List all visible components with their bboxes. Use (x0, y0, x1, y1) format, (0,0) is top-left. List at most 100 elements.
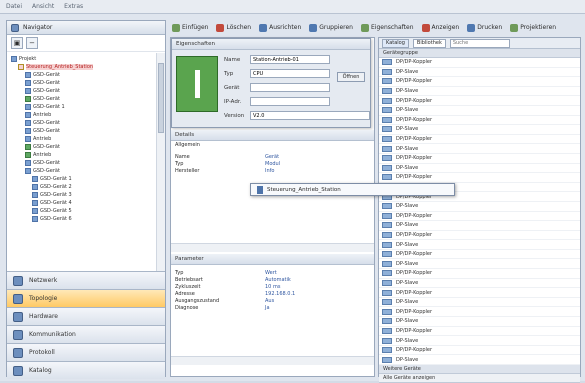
tree-item[interactable]: Projekt (7, 55, 157, 63)
tree-item[interactable]: GSD-Gerät 5 (7, 207, 157, 215)
catalog-row[interactable]: DP/DP-Koppler (379, 288, 580, 298)
tree-scrollbar[interactable] (156, 53, 165, 271)
catalog-row[interactable]: DP-Slave (379, 164, 580, 174)
menu-item-tools[interactable]: Extras (64, 3, 83, 10)
scroll-thumb[interactable] (158, 63, 164, 133)
tree-item[interactable]: Antrieb (7, 111, 157, 119)
property-value-field[interactable] (250, 55, 330, 64)
module-icon (382, 308, 392, 315)
property-value-field[interactable] (250, 97, 330, 106)
tree-item[interactable]: GSD-Gerät (7, 159, 157, 167)
tree-item[interactable]: GSD-Gerät (7, 71, 157, 79)
catalog-row[interactable]: DP/DP-Koppler (379, 269, 580, 279)
toolbar-button-label: Einfügen (182, 24, 209, 31)
toolbar-button[interactable]: Löschen (216, 23, 251, 32)
device-icon (32, 184, 38, 190)
catalog-group-header[interactable]: Gerätegruppe (379, 49, 580, 58)
catalog-row[interactable]: DP/DP-Koppler (379, 212, 580, 222)
tree-item[interactable]: GSD-Gerät (7, 79, 157, 87)
tree-item[interactable]: GSD-Gerät (7, 95, 157, 103)
menu-item-file[interactable]: Datei (6, 3, 22, 10)
tree-item[interactable]: Antrieb (7, 151, 157, 159)
property-value-field[interactable] (250, 69, 330, 78)
catalog-row[interactable]: DP-Slave (379, 144, 580, 154)
catalog-row[interactable]: DP-Slave (379, 336, 580, 346)
new-item-button[interactable]: ▣ (11, 37, 23, 49)
open-button[interactable]: Öffnen (337, 72, 365, 82)
details-section: Details Allgemein Name Gerät Typ Modul Herst… (171, 130, 374, 174)
catalog-row[interactable]: DP/DP-Koppler (379, 327, 580, 337)
nav-button[interactable]: Katalog (7, 361, 165, 379)
catalog-row-label: DP/DP-Koppler (396, 251, 433, 258)
tree-item[interactable]: GSD-Gerät (7, 143, 157, 151)
parameter-hscrollbar[interactable] (171, 356, 374, 365)
catalog-row[interactable]: DP-Slave (379, 106, 580, 116)
catalog-search-input[interactable] (449, 38, 510, 48)
catalog-row[interactable]: DP/DP-Koppler (379, 96, 580, 106)
catalog-row[interactable]: DP/DP-Koppler (379, 307, 580, 318)
toolbar-button[interactable]: Eigenschaften (360, 23, 414, 32)
nav-button[interactable]: Hardware (7, 307, 165, 325)
catalog-row[interactable]: DP-Slave (379, 259, 580, 270)
tree-item[interactable]: GSD-Gerät 1 (7, 175, 157, 183)
catalog-row[interactable]: DP-Slave (379, 68, 580, 78)
show-all-devices-option[interactable]: Alle Geräte anzeigen (379, 374, 580, 383)
main-toolbar: Einfügen Löschen Ausrichten Gruppieren Eigen… (170, 20, 580, 35)
catalog-row[interactable]: DP/DP-Koppler (379, 173, 580, 183)
toolbar-button[interactable]: Einfügen (172, 23, 209, 32)
row-key: Name (175, 153, 190, 160)
catalog-row[interactable]: DP-Slave (379, 317, 580, 327)
tree-item[interactable]: GSD-Gerät 4 (7, 199, 157, 207)
toolbar-button[interactable]: Anzeigen (421, 23, 459, 32)
property-value-field[interactable] (250, 83, 330, 92)
tree-item[interactable]: Antrieb (7, 135, 157, 143)
catalog-row[interactable]: DP/DP-Koppler (379, 231, 580, 241)
tree-item[interactable]: GSD-Gerät 1 (7, 103, 157, 111)
navigator-header: Navigator (7, 21, 165, 35)
key-value-row: Ausgangszustand Aus (171, 297, 374, 304)
nav-button[interactable]: Protokoll (7, 343, 165, 361)
tree-item[interactable]: GSD-Gerät 3 (7, 191, 157, 199)
catalog-row[interactable]: DP/DP-Koppler (379, 58, 580, 68)
catalog-row[interactable]: DP/DP-Koppler (379, 77, 580, 87)
catalog-row[interactable]: DP-Slave (379, 221, 580, 231)
toolbar-button[interactable]: Gruppieren (309, 23, 353, 32)
tree-item[interactable]: GSD-Gerät (7, 119, 157, 127)
tree-item[interactable]: GSD-Gerät 2 (7, 183, 157, 191)
catalog-row[interactable]: DP-Slave (379, 202, 580, 212)
catalog-row[interactable]: DP-Slave (379, 279, 580, 289)
tab-catalog[interactable]: Katalog (382, 38, 409, 48)
details-hscrollbar[interactable] (171, 243, 374, 252)
property-value-field[interactable] (250, 111, 370, 120)
collapse-button[interactable]: − (26, 37, 38, 49)
catalog-row[interactable]: DP/DP-Koppler (379, 135, 580, 145)
toolbar-button[interactable]: Drucken (467, 23, 502, 32)
catalog-row[interactable]: DP-Slave (379, 355, 580, 365)
tree-item[interactable]: GSD-Gerät (7, 167, 157, 175)
catalog-group-header-2[interactable]: Weitere Geräte (379, 365, 580, 374)
tree-item[interactable]: GSD-Gerät (7, 87, 157, 95)
catalog-row[interactable]: DP-Slave (379, 125, 580, 135)
toolbar-button[interactable]: Ausrichten (259, 23, 301, 32)
catalog-row-label: DP/DP-Koppler (396, 155, 433, 162)
nav-button[interactable]: Topologie (7, 289, 165, 307)
tab-library[interactable]: Bibliothek (412, 38, 446, 48)
catalog-row[interactable]: DP-Slave (379, 87, 580, 97)
toolbar-button[interactable]: Projektieren (510, 23, 556, 32)
device-icon (176, 56, 218, 112)
catalog-row[interactable]: DP/DP-Koppler (379, 250, 580, 260)
catalog-row[interactable]: DP/DP-Koppler (379, 346, 580, 356)
tree-item[interactable]: GSD-Gerät 6 (7, 215, 157, 223)
catalog-row[interactable]: DP/DP-Koppler (379, 116, 580, 126)
nav-button[interactable]: Kommunikation (7, 325, 165, 343)
menu-item-view[interactable]: Ansicht (32, 3, 54, 10)
device-icon (25, 72, 31, 78)
catalog-row[interactable]: DP-Slave (379, 240, 580, 250)
catalog-row[interactable]: DP-Slave (379, 298, 580, 308)
tree-item[interactable]: GSD-Gerät (7, 127, 157, 135)
catalog-row[interactable]: DP/DP-Koppler (379, 154, 580, 164)
row-key: Betriebsart (175, 276, 203, 283)
tree-item[interactable]: Steuerung_Antrieb_Station (7, 63, 157, 71)
nav-button[interactable]: Netzwerk (7, 271, 165, 289)
nav-icon (13, 329, 23, 340)
